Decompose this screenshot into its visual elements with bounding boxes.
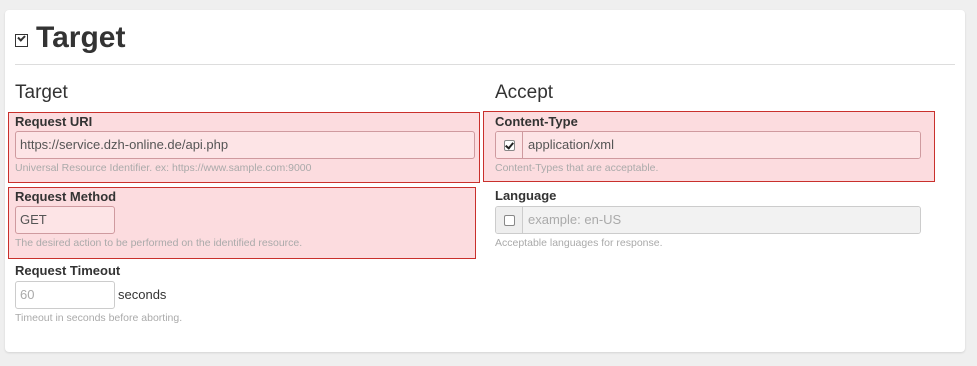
page-title: Target [15, 18, 125, 58]
request-uri-group: Request URI https://service.dzh-online.d… [8, 112, 480, 183]
request-method-label: Request Method [15, 189, 117, 204]
request-uri-help: Universal Resource Identifier. ex: https… [15, 162, 312, 174]
accept-section-heading: Accept [495, 82, 554, 103]
request-method-help: The desired action to be performed on th… [15, 237, 303, 249]
content-type-checkbox[interactable] [503, 139, 515, 151]
content-type-checkbox-addon [496, 132, 523, 158]
content-type-input-group: application/xml [495, 131, 921, 159]
request-timeout-unit: seconds [118, 287, 167, 302]
language-input[interactable]: example: en-US [523, 207, 920, 233]
language-label: Language [495, 188, 557, 203]
language-checkbox[interactable] [503, 214, 515, 226]
language-input-group: example: en-US [495, 206, 921, 234]
request-timeout-label: Request Timeout [15, 263, 121, 278]
request-uri-input[interactable]: https://service.dzh-online.de/api.php [15, 131, 475, 159]
request-timeout-input[interactable]: 60 [15, 281, 115, 309]
request-timeout-help: Timeout in seconds before aborting. [15, 312, 183, 324]
page-title-text: Target [36, 21, 126, 54]
collapse-checkbox-icon[interactable] [15, 33, 28, 47]
title-divider [15, 64, 955, 65]
content-type-label: Content-Type [495, 114, 578, 129]
request-method-input[interactable]: GET [15, 206, 115, 234]
target-section-heading: Target [15, 82, 68, 103]
request-method-group: Request Method GET The desired action to… [8, 187, 476, 259]
content-type-input[interactable]: application/xml [523, 132, 920, 158]
request-uri-label: Request URI [15, 114, 93, 129]
content-type-group: Content-Type application/xml Content-Typ… [483, 111, 935, 182]
language-help: Acceptable languages for response. [495, 237, 663, 249]
language-checkbox-addon [496, 207, 523, 233]
content-type-help: Content-Types that are acceptable. [495, 162, 659, 174]
